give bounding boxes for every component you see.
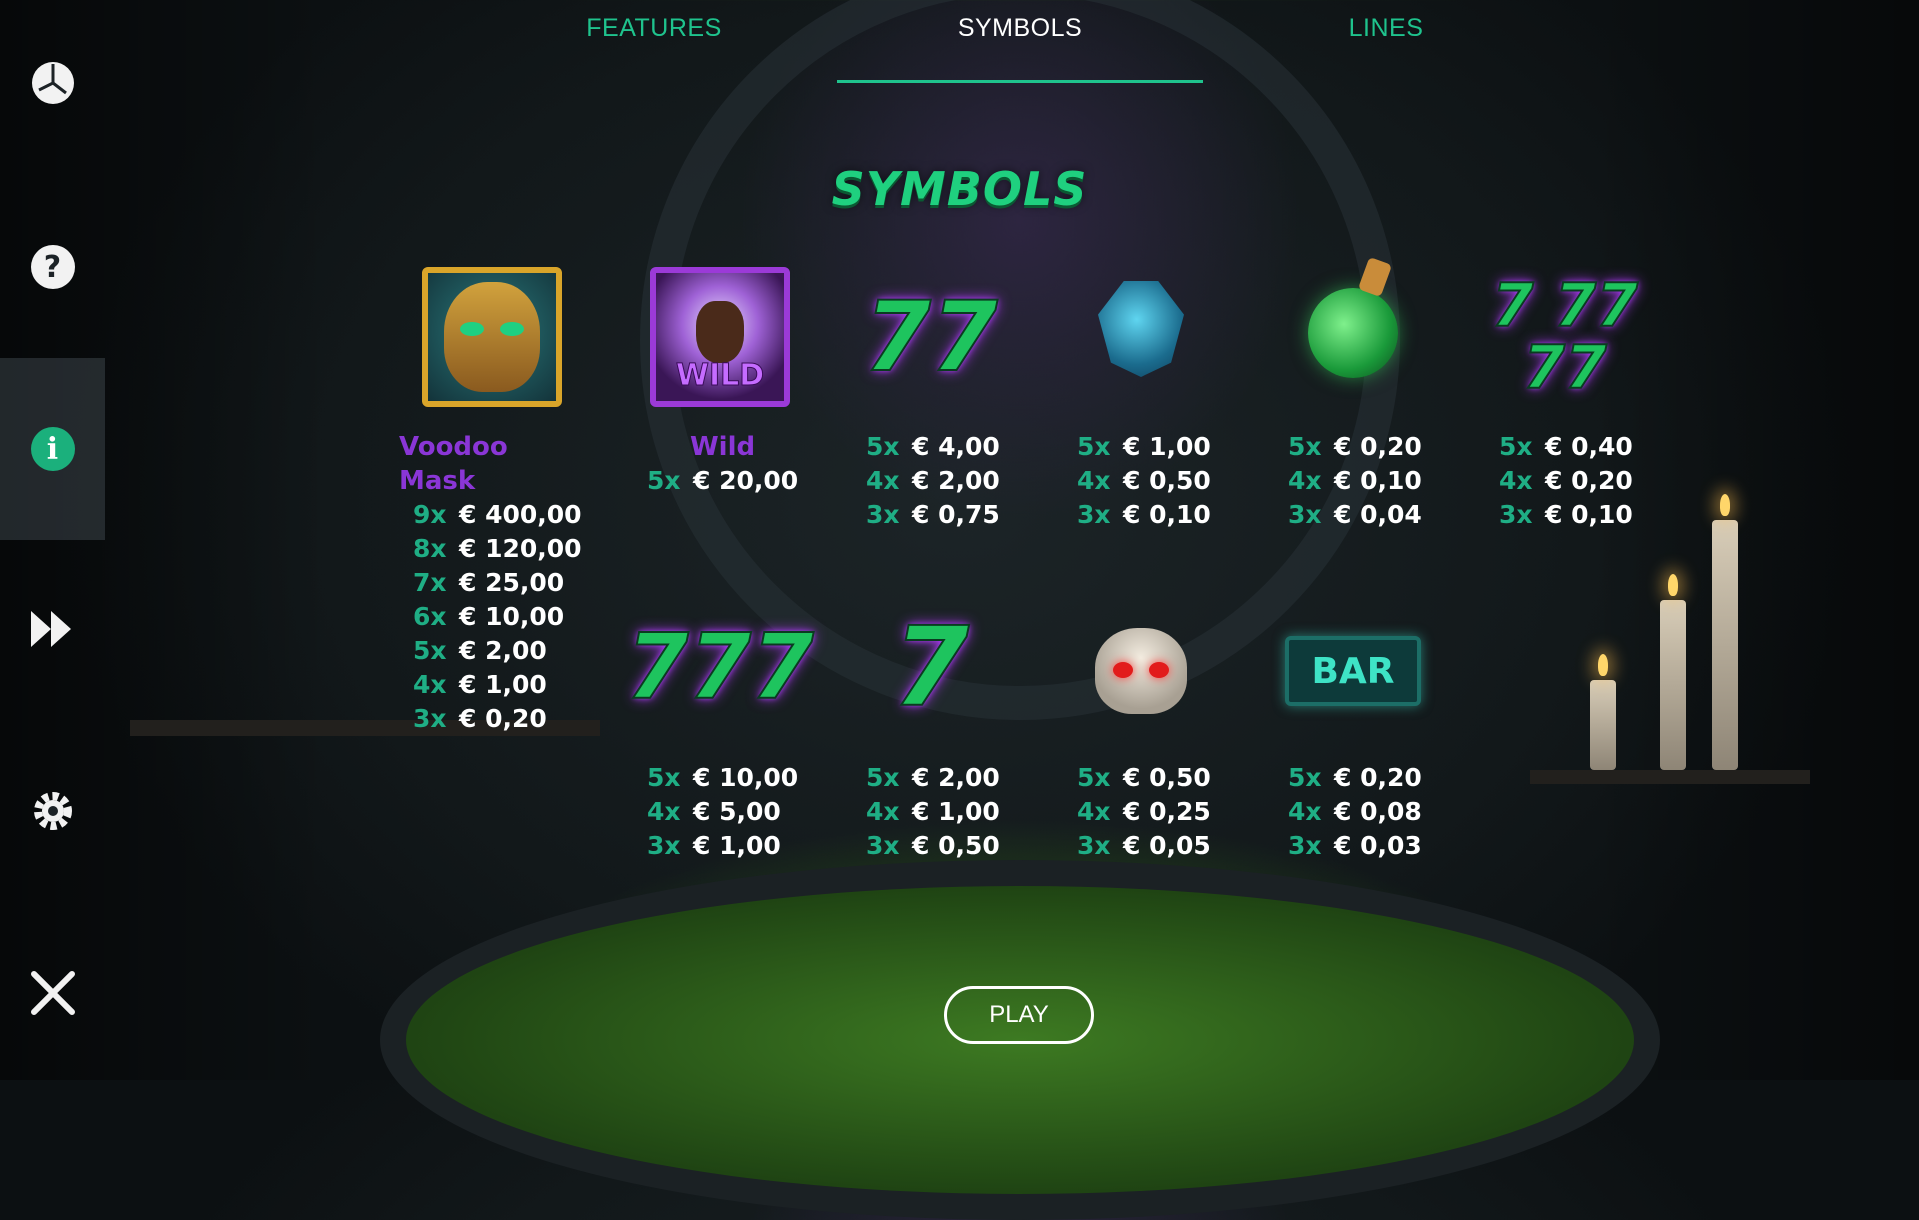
- any-seven-icon-bottom: 77: [1522, 333, 1607, 403]
- single-seven-symbol: 7: [856, 592, 1006, 742]
- voodoo-mask-symbol: [417, 262, 567, 412]
- potion-paytable: 5x € 0,20 4x € 0,10 3x € 0,04: [1288, 432, 1422, 529]
- history-button[interactable]: [0, 10, 105, 160]
- any-seven-icon: 7 77: [1491, 271, 1639, 341]
- info-icon: i: [30, 427, 75, 471]
- skull-paytable: 5x € 0,50 4x € 0,25 3x € 0,05: [1077, 763, 1211, 860]
- wild-name: Wild: [690, 432, 756, 462]
- page-title: SYMBOLS: [831, 162, 1088, 216]
- bar-icon: BAR: [1285, 636, 1421, 706]
- candle-flame: [1720, 494, 1730, 516]
- active-tab-indicator: [837, 80, 1203, 83]
- candle: [1712, 520, 1738, 770]
- candle-flame: [1598, 654, 1608, 676]
- help-icon: ?: [30, 245, 75, 289]
- tab-lines[interactable]: LINES: [1201, 14, 1571, 54]
- fast-forward-button[interactable]: [0, 556, 105, 706]
- witch-face-icon: [696, 301, 744, 363]
- fast-forward-icon: [29, 607, 77, 655]
- any-seven-symbol: 7 77 77: [1490, 262, 1640, 412]
- info-button[interactable]: i: [0, 358, 105, 540]
- triple-seven-paytable: 5x € 10,00 4x € 5,00 3x € 1,00: [647, 763, 799, 860]
- skull-icon: [1095, 628, 1187, 714]
- bar-paytable: 5x € 0,20 4x € 0,08 3x € 0,03: [1288, 763, 1422, 860]
- double-seven-icon: 77: [863, 280, 999, 394]
- single-seven-paytable: 5x € 2,00 4x € 1,00 3x € 0,50: [866, 763, 1000, 860]
- candle: [1660, 600, 1686, 770]
- potion-symbol: [1278, 258, 1428, 408]
- tab-symbols[interactable]: SYMBOLS: [835, 14, 1205, 54]
- blue-gem-icon: [1098, 281, 1184, 377]
- skull-symbol: [1066, 596, 1216, 746]
- double-seven-symbol: 77: [856, 262, 1006, 412]
- history-icon: [30, 60, 76, 110]
- candle-flame: [1668, 574, 1678, 596]
- play-button[interactable]: PLAY: [944, 986, 1094, 1044]
- close-icon: [30, 970, 76, 1020]
- voodoo-mask-paytable: 9x € 400,00 8x € 120,00 7x € 25,00 6x € 10,0…: [413, 500, 582, 733]
- candle: [1590, 680, 1616, 770]
- wild-badge: WILD: [675, 358, 765, 394]
- voodoo-mask-name: Voodoo Mask: [399, 432, 508, 496]
- blue-gem-paytable: 5x € 1,00 4x € 0,50 3x € 0,10: [1077, 432, 1211, 529]
- shelf-right: [1530, 770, 1810, 784]
- close-button[interactable]: [0, 920, 105, 1070]
- wild-paytable: 5x € 20,00: [647, 466, 799, 495]
- blue-gem-symbol: [1066, 254, 1216, 404]
- single-seven-icon: 7: [892, 602, 971, 732]
- triple-seven-symbol: 777: [625, 592, 815, 742]
- potion-icon: [1308, 288, 1398, 378]
- tab-features[interactable]: FEATURES: [469, 14, 839, 54]
- settings-button[interactable]: [0, 738, 105, 888]
- double-seven-paytable: 5x € 4,00 4x € 2,00 3x € 0,75: [866, 432, 1000, 529]
- any-seven-paytable: 5x € 0,40 4x € 0,20 3x € 0,10: [1499, 432, 1633, 529]
- voodoo-mask-icon: [444, 282, 540, 392]
- triple-seven-icon: 777: [625, 614, 815, 721]
- wild-symbol: WILD: [645, 262, 795, 412]
- bar-symbol: BAR: [1278, 596, 1428, 746]
- gear-icon: [30, 788, 76, 838]
